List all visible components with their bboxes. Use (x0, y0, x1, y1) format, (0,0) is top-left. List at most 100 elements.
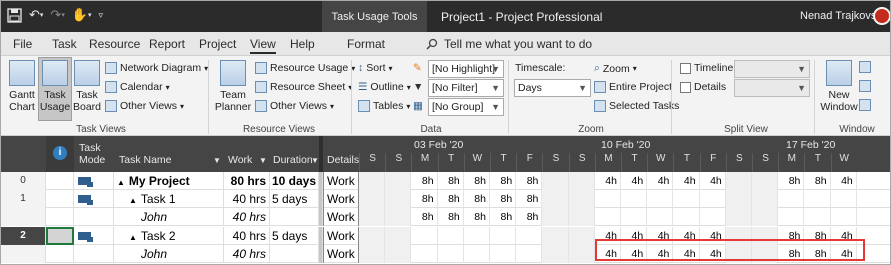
work-cell[interactable]: 40 hrs (224, 244, 270, 263)
pane-splitter[interactable] (319, 136, 323, 172)
timephased-cell[interactable] (490, 244, 517, 263)
sort-button[interactable]: ↕ Sort ▾ (358, 62, 393, 74)
timephased-cell[interactable]: 8h (490, 208, 517, 227)
entire-project-button[interactable]: Entire Project (594, 81, 672, 93)
timephased-cell[interactable]: 8h (464, 190, 490, 209)
timephased-cell[interactable] (490, 226, 517, 245)
group-dropdown[interactable]: [No Group] ▼ (428, 98, 504, 116)
timephased-cell[interactable] (647, 208, 674, 227)
task-name-cell[interactable]: ▲ Task 2 (114, 226, 224, 245)
timephased-cell[interactable] (385, 244, 412, 263)
timephased-cell[interactable]: 8h (490, 172, 517, 190)
timephased-cell[interactable] (778, 190, 805, 209)
timephased-cell[interactable] (359, 172, 386, 190)
timephased-cell[interactable]: 4h (647, 172, 674, 190)
work-cell[interactable]: 40 hrs (224, 226, 270, 245)
collapse-toggle-icon[interactable]: ▲ (117, 178, 125, 187)
timephased-cell[interactable]: 8h (516, 208, 543, 227)
timephased-cell[interactable] (542, 172, 569, 190)
chevron-down-icon[interactable]: ▼ (259, 155, 267, 167)
save-icon[interactable] (7, 6, 22, 24)
task-usage-button[interactable]: Task Usage (38, 57, 72, 121)
timephased-cell[interactable] (542, 208, 569, 227)
timephased-cell[interactable]: 8h (438, 172, 464, 190)
timephased-cell[interactable] (411, 244, 438, 263)
table-row[interactable]: 1 ▲ Task 1 40 hrs 5 days Work 8h 8h 8h 8h 8h (1, 190, 890, 209)
timephased-cell[interactable] (595, 208, 621, 227)
tab-view[interactable]: View (250, 37, 276, 54)
indicator-cell[interactable] (46, 244, 74, 263)
row-id[interactable] (1, 244, 46, 263)
timeline-checkbox[interactable]: Timeline (680, 62, 733, 74)
zoom-button[interactable]: ⌕ Zoom ▾ (594, 62, 637, 75)
timephased-cell[interactable] (725, 226, 752, 245)
timephased-cell[interactable] (621, 190, 648, 209)
arrange-all-icon[interactable] (859, 61, 871, 73)
timephased-cell[interactable]: 4h (673, 172, 700, 190)
tables-button[interactable]: Tables ▾ (358, 100, 410, 112)
task-name-cell[interactable]: John (114, 208, 224, 227)
tab-project[interactable]: Project (199, 37, 236, 51)
timephased-cell[interactable]: 4h (831, 226, 857, 245)
work-cell[interactable]: 40 hrs (224, 190, 270, 209)
timephased-cell[interactable]: 8h (438, 208, 464, 227)
timephased-cell[interactable]: 4h (595, 172, 621, 190)
table-row[interactable]: John 40 hrs Work 4h 4h 4h 4h 4h 8h 8h 4h (1, 244, 890, 263)
task-mode-cell[interactable] (74, 244, 114, 263)
timephased-cell[interactable] (647, 190, 674, 209)
hide-window-icon[interactable] (859, 80, 871, 92)
table-row[interactable]: 0 ▲ My Project 80 hrs 10 days Work 8h 8h 8h 8h 8h 4… (1, 172, 890, 190)
timephased-cell[interactable] (778, 208, 805, 227)
tell-me-search[interactable]: Tell me what you want to do (426, 37, 592, 51)
timephased-cell[interactable] (359, 190, 386, 209)
timephased-cell[interactable]: 4h (673, 226, 700, 245)
touch-mode-icon[interactable]: ✋ ▾ (72, 6, 92, 24)
resource-sheet-button[interactable]: Resource Sheet ▾ (255, 81, 352, 93)
row-id[interactable] (1, 208, 46, 227)
timephased-cell[interactable] (385, 190, 412, 209)
timephased-cell[interactable] (752, 226, 779, 245)
row-id[interactable]: 1 (1, 190, 46, 209)
user-name[interactable]: Nenad Trajkovski (800, 10, 884, 22)
task-mode-cell[interactable] (74, 190, 114, 209)
timephased-cell[interactable]: 4h (621, 244, 648, 263)
duration-cell[interactable]: 5 days (270, 226, 319, 245)
timephased-cell[interactable] (516, 226, 543, 245)
timephased-cell[interactable] (568, 172, 595, 190)
task-name-header[interactable]: Task Name (119, 154, 172, 166)
task-mode-cell[interactable] (74, 172, 114, 190)
timephased-cell[interactable] (831, 208, 857, 227)
timephased-cell[interactable] (568, 226, 595, 245)
task-mode-header[interactable]: Task Mode (79, 142, 105, 166)
tab-report[interactable]: Report (149, 37, 185, 51)
timephased-cell[interactable] (804, 208, 831, 227)
timephased-cell[interactable] (673, 208, 700, 227)
timephased-cell[interactable] (516, 244, 543, 263)
timephased-cell[interactable]: 8h (778, 172, 805, 190)
timephased-cell[interactable] (464, 244, 490, 263)
collapse-toggle-icon[interactable]: ▲ (129, 196, 137, 205)
timephased-cell[interactable] (725, 208, 752, 227)
timephased-cell[interactable] (621, 208, 648, 227)
timephased-cell[interactable]: 4h (621, 226, 648, 245)
timephased-cell[interactable] (752, 208, 779, 227)
table-row[interactable]: 2 ▲ Task 2 40 hrs 5 days Work 4h 4h 4h 4h 4h 8h 8h 4h (1, 226, 890, 245)
timephased-cell[interactable]: 4h (595, 244, 621, 263)
timeline-checkbox-box[interactable] (680, 62, 691, 74)
timephased-cell[interactable] (464, 226, 490, 245)
tab-task[interactable]: Task (52, 37, 77, 51)
gantt-chart-button[interactable]: Gantt Chart (7, 60, 37, 113)
timephased-cell[interactable] (542, 226, 569, 245)
highlight-dropdown[interactable]: [No Highlight] ▼ (428, 60, 504, 78)
timescale-dropdown[interactable]: Days ▼ (514, 79, 591, 97)
timephased-cell[interactable] (752, 190, 779, 209)
timephased-cell[interactable] (725, 190, 752, 209)
timephased-cell[interactable] (359, 244, 386, 263)
timephased-cell[interactable] (752, 244, 779, 263)
task-board-button[interactable]: Task Board (73, 60, 101, 113)
timephased-cell[interactable] (700, 208, 726, 227)
task-usage-tools-tab[interactable]: Task Usage Tools (322, 1, 427, 32)
collapse-toggle-icon[interactable]: ▲ (129, 233, 137, 242)
timephased-cell[interactable]: 8h (804, 226, 831, 245)
timephased-cell[interactable]: 4h (673, 244, 700, 263)
